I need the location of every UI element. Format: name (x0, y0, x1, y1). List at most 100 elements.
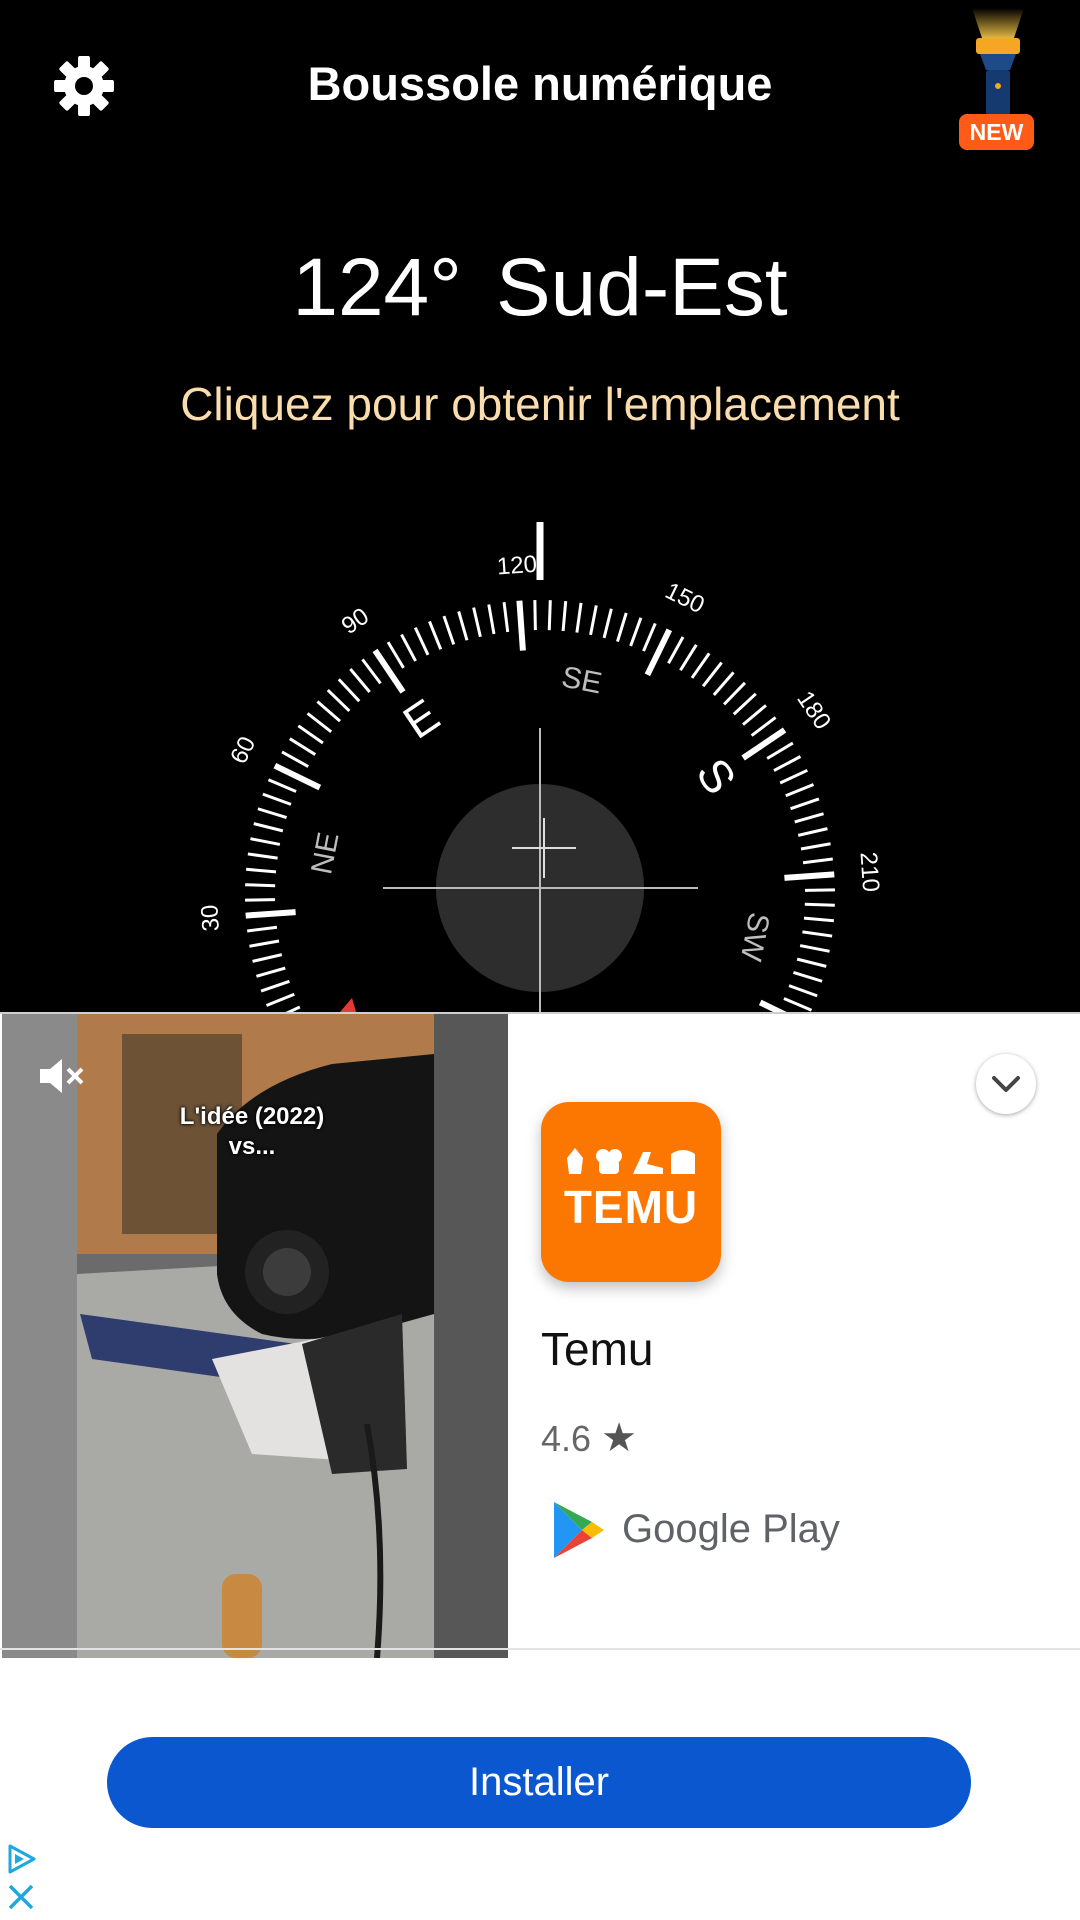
degree-label: 30 (196, 904, 225, 933)
google-play-icon (554, 1502, 604, 1558)
degree-label: 120 (496, 551, 538, 581)
compass-tick (790, 797, 820, 811)
compass-tick (804, 888, 835, 892)
get-location-link[interactable]: Cliquez pour obtenir l'emplacement (0, 374, 1080, 434)
compass-tick (779, 768, 808, 785)
compass-tick (616, 612, 628, 643)
muted-speaker-icon (40, 1059, 84, 1093)
google-play-badge[interactable]: Google Play (548, 1494, 848, 1564)
compass-tick (249, 939, 280, 948)
page-title: Boussole numérique (307, 57, 773, 110)
app-rating: 4.6 ★ (541, 1416, 637, 1461)
compass-tick (442, 615, 456, 645)
intercardinal-label: SE (559, 660, 605, 700)
compass-tick (386, 641, 405, 669)
compass-tick (783, 997, 813, 1012)
compass-tick (502, 602, 510, 633)
compass-tick (667, 636, 685, 664)
degree-label: 90 (337, 603, 374, 640)
compass-tick (802, 930, 833, 938)
compass-tick (742, 704, 767, 726)
cardinal-label: S (686, 749, 746, 804)
compass-tick (413, 627, 430, 656)
compass-tick (245, 883, 276, 888)
compass-tick (741, 727, 787, 761)
compass-tick (629, 617, 643, 647)
compass-tick (281, 750, 309, 768)
compass-tick (252, 953, 283, 963)
compass-tick (253, 822, 284, 833)
compass-tick (349, 668, 371, 693)
compass-tick (457, 611, 469, 641)
close-ad-button[interactable] (4, 1880, 38, 1914)
compass-tick (690, 652, 711, 679)
compass-tick (256, 966, 286, 978)
ad-video[interactable]: L'idée (2022) vs... (2, 1014, 508, 1658)
compass-tick (257, 807, 288, 819)
heading-direction: Sud-Est (495, 242, 788, 333)
compass-tick (316, 700, 341, 723)
rating-value: 4.6 (541, 1418, 592, 1459)
video-caption: L'idée (2022) vs... (142, 1102, 362, 1162)
degree-label: 180 (791, 686, 836, 734)
compass-tick (561, 600, 568, 632)
compass-tick (337, 678, 361, 703)
compass-tick (533, 600, 537, 631)
collapse-ad-button[interactable] (976, 1054, 1036, 1114)
intercardinal-label: NE (305, 830, 345, 877)
compass-tick (575, 602, 583, 633)
compass-tick (799, 944, 830, 953)
app-icon[interactable]: TEMU (541, 1102, 721, 1282)
compass-tick (267, 778, 297, 793)
ad-divider (0, 1648, 1080, 1650)
compass-tick (289, 737, 317, 756)
app-name[interactable]: Temu (541, 1322, 653, 1376)
compass-tick (361, 658, 382, 685)
compass-tick (712, 671, 735, 696)
video-caption-line2: vs... (228, 1133, 276, 1160)
compass-tick (260, 979, 290, 993)
compass-tick (701, 661, 723, 688)
compass-tick (803, 916, 835, 923)
compass-tick (797, 827, 828, 837)
compass-tick (784, 871, 835, 881)
compass-tick (245, 909, 296, 919)
compass-tick (732, 692, 757, 716)
compass-tick (428, 620, 443, 650)
compass-tick (245, 898, 276, 902)
compass-tick (766, 741, 794, 760)
flashlight-icon (972, 8, 1024, 116)
cardinal-label: E (394, 688, 449, 748)
compass-tick (472, 607, 482, 638)
google-play-label: Google Play (622, 1507, 840, 1551)
degree-label: 150 (661, 577, 709, 619)
compass-tick (247, 925, 278, 933)
compass-tick (250, 837, 281, 846)
mute-button[interactable] (32, 1049, 86, 1103)
compass-tick (788, 984, 818, 998)
adchoices-button[interactable] (4, 1842, 38, 1876)
compass-tick (589, 605, 598, 636)
compass-tick (792, 971, 823, 983)
degree-label: 60 (225, 732, 261, 768)
compass-tick (547, 600, 552, 631)
install-button[interactable]: Installer (107, 1737, 971, 1828)
compass-tick (326, 688, 351, 712)
video-caption-line1: L'idée (2022) (179, 1103, 325, 1130)
heading-readout: 124° Sud-Est (0, 238, 1080, 338)
compass-tick (794, 812, 824, 824)
crosshair (383, 728, 698, 1012)
compass-tick (297, 724, 324, 745)
compass-tick (262, 792, 292, 806)
star-icon: ★ (601, 1416, 637, 1460)
compass-tick (306, 712, 333, 734)
compass-dial[interactable]: 30 60 90 120 150 180 210 E S NE SE SW (0, 500, 1080, 1012)
compass-tick (487, 604, 496, 635)
compass-tick (247, 852, 278, 860)
compass-tick (245, 867, 277, 874)
compass-tick (516, 600, 526, 651)
compass-tick (265, 992, 295, 1007)
compass-tick (679, 644, 698, 672)
compass-tick (723, 681, 747, 706)
app-icon-text: TEMU (563, 1181, 699, 1233)
